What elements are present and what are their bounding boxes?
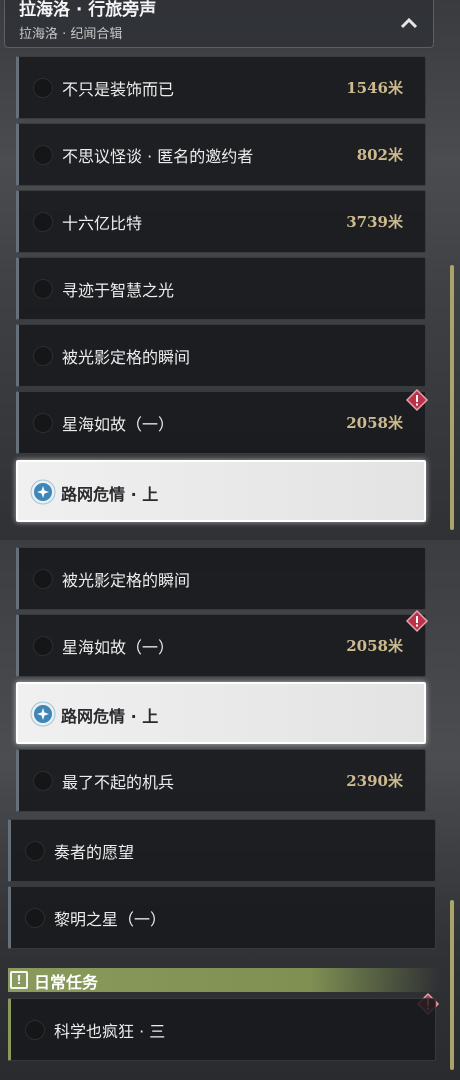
scrollbar-bottom[interactable] [450, 900, 454, 1070]
quest-status-dot [33, 212, 53, 232]
quest-distance: 2390米 [346, 772, 403, 790]
quest-name: 科学也疯狂 · 三 [54, 1022, 166, 1041]
quest-status-dot [33, 78, 53, 98]
daily-quests-section-header[interactable]: ! 日常任务 [8, 968, 440, 992]
quest-row[interactable]: 星海如故（一） 2058米 [16, 391, 426, 454]
quest-name: 黎明之星（一） [54, 910, 167, 929]
exclamation-box-icon: ! [10, 971, 28, 989]
quest-status-dot [33, 145, 53, 165]
quest-name: 奏者的愿望 [54, 843, 135, 862]
quest-name: 十六亿比特 [62, 214, 143, 233]
quest-name: 被光影定格的瞬间 [62, 571, 191, 590]
quest-status-dot [33, 413, 53, 433]
quest-distance: 3739米 [346, 213, 403, 231]
warning-diamond-icon [405, 388, 429, 412]
quest-name: 寻迹于智慧之光 [62, 281, 175, 300]
tracking-compass-icon [30, 701, 56, 727]
quest-distance: 802米 [356, 146, 403, 164]
warning-diamond-icon [405, 609, 429, 633]
quest-row[interactable]: 不只是装饰而已 1546米 [16, 56, 426, 119]
quest-name: 路网危情 · 上 [61, 707, 159, 726]
quest-name: 不只是装饰而已 [62, 80, 175, 99]
quest-row[interactable]: 星海如故（一） 2058米 [16, 614, 426, 677]
category-subtitle: 拉海洛 · 纪闻合辑 [19, 27, 123, 42]
section-title: 日常任务 [34, 973, 99, 992]
collapse-chevron-icon[interactable] [395, 11, 423, 35]
quest-row-tracked[interactable]: 路网危情 · 上 [16, 460, 426, 522]
quest-category-header[interactable]: 拉海洛 · 行旅旁声 拉海洛 · 纪闻合辑 [4, 0, 434, 48]
category-title: 拉海洛 · 行旅旁声 [19, 0, 157, 20]
quest-distance: 1546米 [346, 79, 403, 97]
quest-status-dot [33, 771, 53, 791]
quest-name: 星海如故（一） [62, 415, 175, 434]
quest-row[interactable]: 奏者的愿望 [8, 819, 436, 882]
quest-name: 不思议怪谈 · 匿名的邀约者 [62, 147, 254, 166]
quest-row-daily[interactable]: 科学也疯狂 · 三 [8, 998, 436, 1061]
quest-status-dot [33, 279, 53, 299]
tracking-compass-icon [30, 479, 56, 505]
quest-status-dot [25, 1020, 45, 1040]
quest-name: 星海如故（一） [62, 638, 175, 657]
quest-row[interactable]: 被光影定格的瞬间 [16, 547, 426, 610]
quest-row[interactable]: 最了不起的机兵 2390米 [16, 749, 426, 812]
quest-distance: 2058米 [346, 414, 403, 432]
quest-distance: 2058米 [346, 637, 403, 655]
quest-status-dot [33, 346, 53, 366]
scrollbar-top[interactable] [450, 265, 454, 530]
quest-status-dot [25, 841, 45, 861]
quest-row[interactable]: 寻迹于智慧之光 [16, 257, 426, 320]
quest-row[interactable]: 黎明之星（一） [8, 886, 436, 949]
quest-status-dot [25, 908, 45, 928]
quest-row[interactable]: 不思议怪谈 · 匿名的邀约者 802米 [16, 123, 426, 186]
quest-row[interactable]: 十六亿比特 3739米 [16, 190, 426, 253]
quest-row-tracked[interactable]: 路网危情 · 上 [16, 682, 426, 744]
quest-status-dot [33, 636, 53, 656]
quest-name: 最了不起的机兵 [62, 773, 175, 792]
quest-name: 路网危情 · 上 [61, 485, 159, 504]
quest-status-dot [33, 569, 53, 589]
quest-row[interactable]: 被光影定格的瞬间 [16, 324, 426, 387]
quest-name: 被光影定格的瞬间 [62, 348, 191, 367]
quest-list-screen: 拉海洛 · 行旅旁声 拉海洛 · 纪闻合辑 不只是装饰而已 1546米 不思议怪… [0, 0, 460, 1080]
